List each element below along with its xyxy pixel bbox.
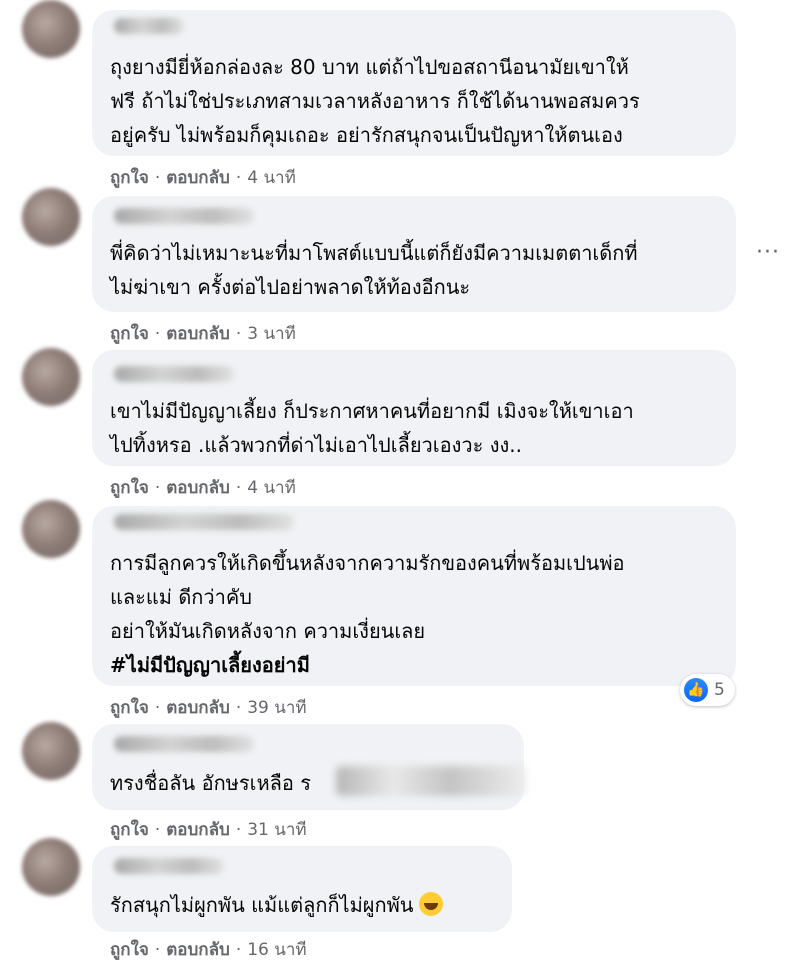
comment-bubble: ถุงยางมียี่ห้อกล่องละ 80 บาท แต่ถ้าไปขอส… — [92, 10, 736, 156]
comment-line: การมีลูกควรให้เกิดขึ้นหลังจากความรักของค… — [110, 551, 625, 575]
reply-button[interactable]: ตอบกลับ — [166, 940, 230, 960]
reply-button[interactable]: ตอบกลับ — [166, 698, 230, 718]
comment-text: การมีลูกควรให้เกิดขึ้นหลังจากความรักของค… — [110, 546, 722, 682]
separator-dot: · — [154, 478, 161, 498]
separator-dot: · — [235, 324, 242, 344]
comment-line: รักสนุกไม่ผูกพัน แม้แต่ลูกก็ไม่ผูกพัน — [110, 888, 498, 922]
separator-dot: · — [154, 940, 161, 960]
comment-line: และแม่ ดีกว่าคับ — [110, 585, 252, 609]
redacted-text — [336, 766, 526, 796]
reaction-summary[interactable]: 👍 5 — [680, 674, 735, 706]
like-reaction-icon: 👍 — [684, 678, 708, 702]
separator-dot: · — [235, 820, 242, 840]
comment-line: ไปทิ้งหรอ .แล้วพวกที่ด่าไม่เอาไปเลี้ยวเอ… — [110, 433, 522, 457]
commenter-name[interactable] — [114, 736, 254, 752]
timestamp[interactable]: 4 นาที — [247, 478, 296, 498]
comment-actions: ถูกใจ · ตอบกลับ · 3 นาที — [110, 320, 296, 347]
reaction-count: 5 — [714, 680, 725, 700]
commenter-name[interactable] — [114, 208, 254, 224]
comment-text: ถุงยางมียี่ห้อกล่องละ 80 บาท แต่ถ้าไปขอส… — [110, 50, 722, 152]
comment-actions: ถูกใจ · ตอบกลับ · 16 นาที — [110, 936, 307, 963]
avatar[interactable] — [22, 188, 80, 246]
commenter-name[interactable] — [114, 366, 234, 382]
comment-actions: ถูกใจ · ตอบกลับ · 39 นาที — [110, 694, 307, 721]
hashtag-link[interactable]: #ไม่มีปัญญาเลี้ยงอย่ามี — [110, 648, 722, 682]
comment-bubble: เขาไม่มีปัญญาเลี้ยง ก็ประกาศหาคนที่อยากม… — [92, 350, 736, 466]
commenter-name[interactable] — [114, 18, 184, 34]
timestamp[interactable]: 3 นาที — [247, 324, 296, 344]
avatar[interactable] — [22, 500, 80, 558]
like-button[interactable]: ถูกใจ — [110, 324, 149, 344]
comment-text: เขาไม่มีปัญญาเลี้ยง ก็ประกาศหาคนที่อยากม… — [110, 394, 722, 462]
laughing-emoji-icon — [419, 892, 444, 916]
comment-actions: ถูกใจ · ตอบกลับ · 4 นาที — [110, 164, 296, 191]
avatar[interactable] — [22, 838, 80, 896]
avatar[interactable] — [22, 0, 80, 58]
like-button[interactable]: ถูกใจ — [110, 940, 149, 960]
comment-text-content: รักสนุกไม่ผูกพัน แม้แต่ลูกก็ไม่ผูกพัน — [110, 893, 414, 917]
like-button[interactable]: ถูกใจ — [110, 820, 149, 840]
commenter-name[interactable] — [114, 858, 224, 874]
comment-line: เขาไม่มีปัญญาเลี้ยง ก็ประกาศหาคนที่อยากม… — [110, 399, 634, 423]
timestamp[interactable]: 4 นาที — [247, 168, 296, 188]
comment-bubble: พี่คิดว่าไม่เหมาะนะที่มาโพสต์แบบนี้แต่ก็… — [92, 196, 736, 312]
comment-text: รักสนุกไม่ผูกพัน แม้แต่ลูกก็ไม่ผูกพัน — [110, 888, 498, 922]
timestamp[interactable]: 16 นาที — [247, 940, 306, 960]
separator-dot: · — [235, 478, 242, 498]
like-button[interactable]: ถูกใจ — [110, 698, 149, 718]
commenter-name[interactable] — [114, 514, 294, 530]
reply-button[interactable]: ตอบกลับ — [166, 324, 230, 344]
more-options-icon[interactable]: ··· — [756, 240, 780, 265]
like-button[interactable]: ถูกใจ — [110, 478, 149, 498]
timestamp[interactable]: 31 นาที — [247, 820, 306, 840]
avatar[interactable] — [22, 722, 80, 780]
separator-dot: · — [235, 698, 242, 718]
comment-actions: ถูกใจ · ตอบกลับ · 31 นาที — [110, 816, 307, 843]
avatar[interactable] — [22, 348, 80, 406]
comment-line: ฟรี ถ้าไม่ใช่ประเภทสามเวลาหลังอาหาร ก็ใช… — [110, 89, 640, 113]
comment-line: ไม่ฆ่าเขา ครั้งต่อไปอย่าพลาดให้ท้องอีกนะ — [110, 275, 471, 299]
comment-line: พี่คิดว่าไม่เหมาะนะที่มาโพสต์แบบนี้แต่ก็… — [110, 241, 638, 265]
reply-button[interactable]: ตอบกลับ — [166, 168, 230, 188]
timestamp[interactable]: 39 นาที — [247, 698, 306, 718]
reply-button[interactable]: ตอบกลับ — [166, 820, 230, 840]
separator-dot: · — [154, 820, 161, 840]
reply-button[interactable]: ตอบกลับ — [166, 478, 230, 498]
comment-line: อย่าให้มันเกิดหลังจาก ความเงี่ยนเลย — [110, 619, 426, 643]
comment-bubble: การมีลูกควรให้เกิดขึ้นหลังจากความรักของค… — [92, 506, 736, 686]
separator-dot: · — [154, 698, 161, 718]
separator-dot: · — [235, 940, 242, 960]
like-button[interactable]: ถูกใจ — [110, 168, 149, 188]
comment-line: อยู่ครับ ไม่พร้อมก็คุมเถอะ อย่ารักสนุกจน… — [110, 123, 623, 147]
comment-text: พี่คิดว่าไม่เหมาะนะที่มาโพสต์แบบนี้แต่ก็… — [110, 236, 722, 304]
separator-dot: · — [235, 168, 242, 188]
separator-dot: · — [154, 168, 161, 188]
separator-dot: · — [154, 324, 161, 344]
comment-actions: ถูกใจ · ตอบกลับ · 4 นาที — [110, 474, 296, 501]
comment-bubble: รักสนุกไม่ผูกพัน แม้แต่ลูกก็ไม่ผูกพัน — [92, 846, 512, 932]
comment-line: ถุงยางมียี่ห้อกล่องละ 80 บาท แต่ถ้าไปขอส… — [110, 55, 629, 79]
